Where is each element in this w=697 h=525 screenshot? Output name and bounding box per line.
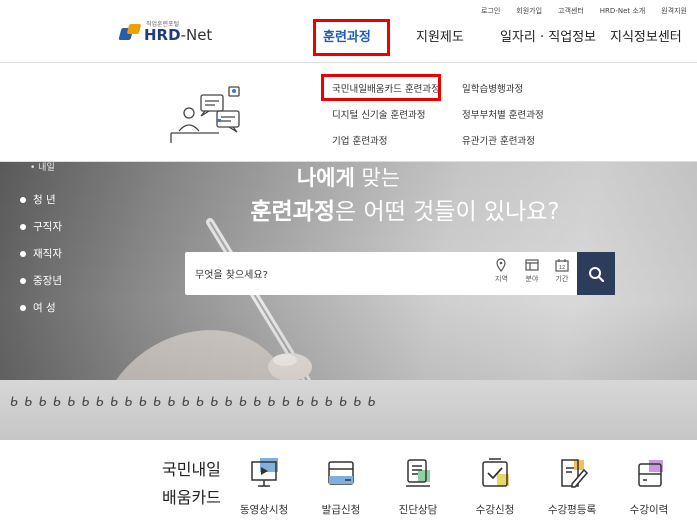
- header: 직업훈련포털 HRD-Net 훈련과정 지원제도 일자리 · 직업정보 지식정보…: [0, 0, 697, 62]
- nav-knowledge-center[interactable]: 지식정보센터: [610, 26, 682, 45]
- quick-video-watch[interactable]: 동영상시청: [224, 456, 304, 517]
- location-pin-icon: [496, 258, 507, 272]
- hero-title-line2: 훈련과정은 어떤 것들이 있나요?: [250, 199, 560, 225]
- quick-card-issue[interactable]: 발급신청: [301, 456, 381, 517]
- menu-work-study-courses[interactable]: 일학습병행과정: [462, 81, 544, 95]
- nav-jobs-info[interactable]: 일자리 · 직업정보: [500, 26, 596, 45]
- history-card-icon: [638, 460, 663, 487]
- svg-text:12: 12: [559, 265, 565, 271]
- menu-enterprise-courses[interactable]: 기업 훈련과정: [332, 133, 440, 147]
- learning-card-quick-menu: 국민내일 배움카드 동영상시청 발급신청 진단상담 수강신청 수강평등록 수강이…: [0, 440, 697, 525]
- notebook-spiral: ᑲ ᑲ ᑲ ᑲ ᑲ ᑲ ᑲ ᑲ ᑲ ᑲ ᑲ ᑲ ᑲ ᑲ ᑲ ᑲ ᑲ ᑲ ᑲ ᑲ …: [10, 395, 377, 410]
- monitor-play-icon: [251, 458, 278, 487]
- calendar-icon: 12: [555, 259, 569, 272]
- checkbox-apply-icon: [482, 458, 509, 487]
- notebook-image: [0, 380, 697, 440]
- consultation-illustration-icon: [170, 86, 240, 143]
- quick-consultation[interactable]: 진단상담: [378, 456, 458, 517]
- highlight-box-nav: [313, 19, 390, 56]
- menu-ministry-courses[interactable]: 정부부처별 훈련과정: [462, 107, 544, 121]
- category-icon: [525, 259, 539, 271]
- quick-review-write[interactable]: 수강평등록: [532, 456, 612, 517]
- sidebar-item-employee[interactable]: 재직자: [20, 246, 62, 261]
- search-field-button[interactable]: 분야: [525, 258, 539, 284]
- quick-menu-title: 국민내일 배움카드: [162, 460, 221, 507]
- search-icon: [589, 266, 604, 282]
- search-input[interactable]: 무엇을 찾으세요?: [195, 266, 495, 281]
- sidebar-item-women[interactable]: 여 성: [20, 300, 62, 315]
- course-search-box: 무엇을 찾으세요? 지역 분야 12 기간: [185, 252, 615, 295]
- search-region-button[interactable]: 지역: [495, 258, 508, 284]
- sidebar-item-middle-aged[interactable]: 중장년: [20, 273, 62, 288]
- hero-banner: ᑲ ᑲ ᑲ ᑲ ᑲ ᑲ ᑲ ᑲ ᑲ ᑲ ᑲ ᑲ ᑲ ᑲ ᑲ ᑲ ᑲ ᑲ ᑲ ᑲ …: [0, 162, 697, 440]
- menu-agency-courses[interactable]: 유관기관 훈련과정: [462, 133, 544, 147]
- dropdown-column-2: 일학습병행과정 정부부처별 훈련과정 유관기관 훈련과정: [462, 81, 544, 147]
- card-issue-icon: [328, 461, 354, 485]
- review-write-icon: [561, 459, 589, 488]
- quick-course-apply[interactable]: 수강신청: [455, 456, 535, 517]
- search-period-button[interactable]: 12 기간: [555, 258, 569, 284]
- menu-digital-tech-courses[interactable]: 디지털 신기술 훈련과정: [332, 107, 440, 121]
- search-button[interactable]: [577, 252, 615, 295]
- quick-course-history[interactable]: 수강이력: [609, 456, 689, 517]
- highlight-box-menu: [321, 74, 441, 101]
- hero-title-line1: 나에게 맞는: [296, 166, 401, 190]
- training-dropdown-menu: 국민내일배움카드 훈련과정 디지털 신기술 훈련과정 기업 훈련과정 일학습병행…: [0, 62, 697, 162]
- consult-icon: [406, 459, 430, 487]
- page: 로그인 회원가입 고객센터 HRD-Net 소개 원격지원 직업훈련포털 HRD…: [0, 0, 697, 525]
- nav-support-system[interactable]: 지원제도: [416, 26, 464, 45]
